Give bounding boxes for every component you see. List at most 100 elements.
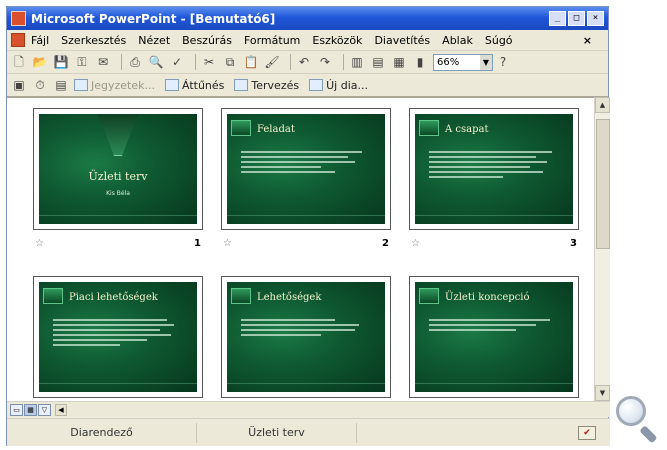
transition-star-icon[interactable]: ☆ <box>411 238 420 249</box>
slide-item[interactable]: A csapat ☆ 3 <box>409 108 579 258</box>
corner-logo-icon <box>419 120 439 136</box>
scroll-down-icon[interactable]: ▼ <box>595 385 610 401</box>
menu-bar: Fájl Szerkesztés Nézet Beszúrás Formátum… <box>7 30 608 51</box>
redo-icon[interactable]: ↷ <box>317 54 333 70</box>
slide-canvas: A csapat <box>415 114 573 224</box>
status-design: Üzleti terv <box>197 422 357 443</box>
slide-body <box>429 148 563 181</box>
title-bar[interactable]: Microsoft PowerPoint - [Bemutató6] _ □ × <box>7 7 608 30</box>
slide-item[interactable]: Feladat ☆ 2 <box>221 108 391 258</box>
slide-thumbnail[interactable]: A csapat <box>409 108 579 230</box>
copy-icon[interactable]: ⧉ <box>222 54 238 70</box>
document-icon[interactable] <box>11 33 25 47</box>
toolbar-separator <box>195 54 196 70</box>
slide-item[interactable]: Piaci lehetőségek <box>33 276 203 401</box>
slide-item[interactable]: Üzleti koncepció <box>409 276 579 401</box>
design-icon <box>234 79 249 91</box>
paste-icon[interactable]: 📋 <box>243 54 259 70</box>
help-icon[interactable]: ? <box>495 54 511 70</box>
close-button[interactable]: × <box>587 11 604 26</box>
normal-view-icon[interactable]: ▭ <box>10 403 23 416</box>
magnifier-icon[interactable] <box>614 394 664 446</box>
new-slide-button[interactable]: Új dia... <box>309 79 368 92</box>
slide-footer-line <box>415 383 573 384</box>
grid-icon[interactable]: ▦ <box>391 54 407 70</box>
scroll-up-icon[interactable]: ▲ <box>595 97 610 113</box>
menu-format[interactable]: Formátum <box>244 34 300 47</box>
undo-icon[interactable]: ↶ <box>296 54 312 70</box>
slide-title: Üzleti terv <box>88 170 148 183</box>
chevron-down-icon[interactable]: ▼ <box>480 54 492 70</box>
menu-insert[interactable]: Beszúrás <box>182 34 232 47</box>
expand-all-icon[interactable]: ▤ <box>370 54 386 70</box>
minimize-button[interactable]: _ <box>549 11 566 26</box>
zoom-select[interactable]: 66% ▼ <box>433 53 493 71</box>
slide-title: A csapat <box>445 124 489 135</box>
slide-footer-line <box>227 383 385 384</box>
powerpoint-window: Microsoft PowerPoint - [Bemutató6] _ □ ×… <box>6 6 610 446</box>
transition-button[interactable]: Áttűnés <box>165 79 224 92</box>
menu-tools[interactable]: Eszközök <box>312 34 362 47</box>
vertical-scrollbar[interactable]: ▲ ▼ <box>594 97 610 401</box>
slideshow-view-icon[interactable]: ▽ <box>38 403 51 416</box>
open-icon[interactable]: 📂 <box>32 54 48 70</box>
spelling-status-icon[interactable]: ✔ <box>578 425 596 440</box>
corner-logo-icon <box>231 120 251 136</box>
menu-view[interactable]: Nézet <box>138 34 170 47</box>
standard-toolbar: 🗋 📂 💾 ⚿ ✉ ⎙ 🔍 ✓ ✂ ⧉ 📋 🖌 ↶ ↷ ▥ ▤ ▦ ▮ 66% … <box>7 51 608 74</box>
zoom-value: 66% <box>437 56 460 68</box>
status-view: Diarendező <box>7 422 197 443</box>
transition-star-icon[interactable]: ☆ <box>35 238 44 249</box>
status-bar: Diarendező Üzleti terv ✔ <box>7 418 610 446</box>
notes-button-label: Jegyzetek... <box>91 78 155 92</box>
save-icon[interactable]: 💾 <box>53 54 69 70</box>
slide-thumbnail[interactable]: Üzleti koncepció <box>409 276 579 398</box>
new-icon[interactable]: 🗋 <box>11 54 27 70</box>
spelling-icon[interactable]: ✓ <box>169 54 185 70</box>
design-button[interactable]: Tervezés <box>234 79 299 92</box>
menu-help[interactable]: Súgó <box>485 34 513 47</box>
cut-icon[interactable]: ✂ <box>201 54 217 70</box>
slide-canvas: Üzleti terv Kis Béla <box>39 114 197 224</box>
transition-star-icon[interactable]: ☆ <box>223 238 232 249</box>
print-icon[interactable]: ⎙ <box>127 54 143 70</box>
decoration-spike-icon <box>98 114 138 156</box>
slide-canvas: Üzleti koncepció <box>415 282 573 392</box>
toolbar-separator <box>343 54 344 70</box>
slide-item[interactable]: Lehetőségek <box>221 276 391 401</box>
email-icon[interactable]: ✉ <box>95 54 111 70</box>
scroll-left-icon[interactable]: ◀ <box>55 403 67 416</box>
menu-slideshow[interactable]: Diavetítés <box>374 34 430 47</box>
slide-sorter-view-icon[interactable]: ▦ <box>24 403 37 416</box>
menu-window[interactable]: Ablak <box>442 34 473 47</box>
color-grayscale-icon[interactable]: ▮ <box>412 54 428 70</box>
new-slide-icon <box>309 79 324 91</box>
print-preview-icon[interactable]: 🔍 <box>148 54 164 70</box>
slide-item[interactable]: Üzleti terv Kis Béla ☆ 1 <box>33 108 203 258</box>
slide-canvas: Feladat <box>227 114 385 224</box>
hide-slide-icon[interactable]: ▣ <box>11 77 27 93</box>
notes-button[interactable]: Jegyzetek... <box>74 79 155 92</box>
window-title: Microsoft PowerPoint - [Bemutató6] <box>31 11 276 26</box>
summary-slide-icon[interactable]: ▤ <box>53 77 69 93</box>
maximize-button[interactable]: □ <box>568 11 585 26</box>
rehearse-timings-icon[interactable]: ⏱ <box>32 77 48 93</box>
slide-sorter-toolbar: ▣ ⏱ ▤ Jegyzetek... Áttűnés Tervezés Új d… <box>7 74 608 97</box>
slide-thumbnail[interactable]: Lehetőségek <box>221 276 391 398</box>
menu-file[interactable]: Fájl <box>31 34 49 47</box>
slide-thumbnail[interactable]: Feladat <box>221 108 391 230</box>
document-close-button[interactable]: × <box>583 34 592 47</box>
slide-sorter-pane[interactable]: Üzleti terv Kis Béla ☆ 1 Feladat ☆ 2 A c… <box>7 97 594 401</box>
scroll-thumb[interactable] <box>596 119 610 249</box>
slide-body <box>429 316 563 334</box>
toolbar-separator <box>121 54 122 70</box>
slide-title: Piaci lehetőségek <box>69 292 158 303</box>
format-painter-icon[interactable]: 🖌 <box>264 54 280 70</box>
slide-thumbnail[interactable]: Piaci lehetőségek <box>33 276 203 398</box>
powerpoint-app-icon[interactable] <box>11 11 26 26</box>
permission-icon[interactable]: ⚿ <box>74 54 90 70</box>
transition-icon <box>165 79 179 91</box>
menu-edit[interactable]: Szerkesztés <box>61 34 126 47</box>
chart-icon[interactable]: ▥ <box>349 54 365 70</box>
slide-thumbnail[interactable]: Üzleti terv Kis Béla <box>33 108 203 230</box>
